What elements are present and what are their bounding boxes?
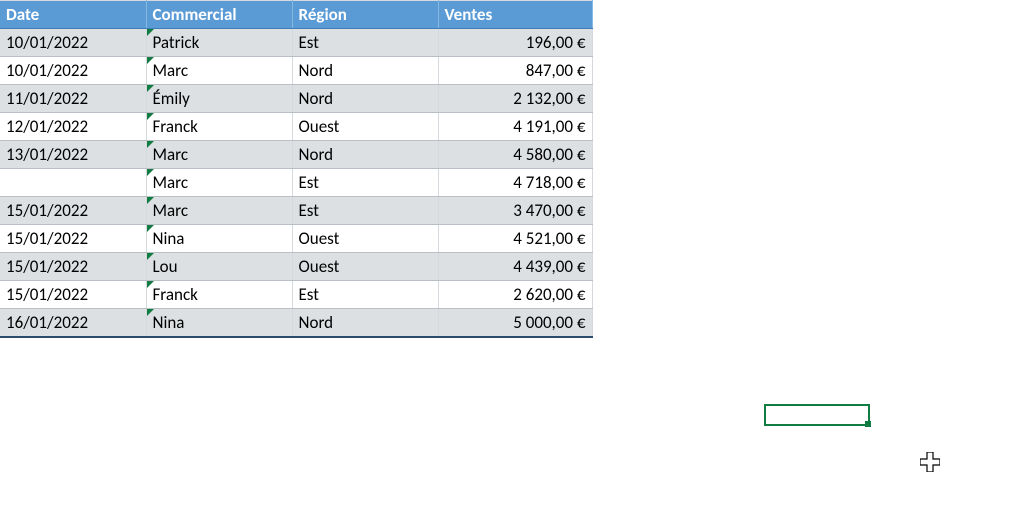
cell-ventes[interactable]: 2 132,00 € — [438, 85, 592, 113]
cell-commercial[interactable]: Émily — [146, 85, 292, 113]
cell-region[interactable]: Nord — [292, 85, 438, 113]
table-body: 10/01/2022PatrickEst196,00 €10/01/2022Ma… — [0, 29, 592, 338]
cell-commercial[interactable]: Marc — [146, 169, 292, 197]
cell-ventes[interactable]: 196,00 € — [438, 29, 592, 57]
cell-region[interactable]: Ouest — [292, 113, 438, 141]
cell-ventes[interactable]: 5 000,00 € — [438, 309, 592, 338]
cell-date[interactable]: 15/01/2022 — [0, 197, 146, 225]
cell-ventes[interactable]: 4 580,00 € — [438, 141, 592, 169]
cell-ventes[interactable]: 847,00 € — [438, 57, 592, 85]
cell-ventes[interactable]: 2 620,00 € — [438, 281, 592, 309]
cell-region[interactable]: Nord — [292, 57, 438, 85]
cell-region[interactable]: Est — [292, 169, 438, 197]
cell-ventes[interactable]: 4 718,00 € — [438, 169, 592, 197]
active-cell[interactable] — [764, 404, 870, 426]
cell-commercial[interactable]: Marc — [146, 141, 292, 169]
table-row: 13/01/2022MarcNord4 580,00 € — [0, 141, 592, 169]
cell-date[interactable]: 10/01/2022 — [0, 57, 146, 85]
table-row: 10/01/2022MarcNord847,00 € — [0, 57, 592, 85]
cell-region[interactable]: Nord — [292, 309, 438, 338]
cell-region[interactable]: Ouest — [292, 225, 438, 253]
excel-cross-cursor-icon — [920, 452, 940, 472]
cell-date[interactable]: 11/01/2022 — [0, 85, 146, 113]
spreadsheet-table-area: Date Commercial Région Ventes 10/01/2022… — [0, 0, 592, 338]
cell-commercial[interactable]: Nina — [146, 309, 292, 338]
cell-region[interactable]: Est — [292, 197, 438, 225]
cell-region[interactable]: Est — [292, 29, 438, 57]
cell-ventes[interactable]: 3 470,00 € — [438, 197, 592, 225]
cell-region[interactable]: Nord — [292, 141, 438, 169]
cell-date[interactable]: 10/01/2022 — [0, 29, 146, 57]
cell-ventes[interactable]: 4 439,00 € — [438, 253, 592, 281]
header-date[interactable]: Date — [0, 1, 146, 29]
cell-commercial[interactable]: Marc — [146, 57, 292, 85]
header-commercial[interactable]: Commercial — [146, 1, 292, 29]
cell-date[interactable]: 13/01/2022 — [0, 141, 146, 169]
table-row: 15/01/2022NinaOuest4 521,00 € — [0, 225, 592, 253]
table-row: 12/01/2022FranckOuest4 191,00 € — [0, 113, 592, 141]
table-row: MarcEst4 718,00 € — [0, 169, 592, 197]
cell-date[interactable]: 15/01/2022 — [0, 281, 146, 309]
cell-commercial[interactable]: Marc — [146, 197, 292, 225]
cell-commercial[interactable]: Franck — [146, 281, 292, 309]
table-row: 15/01/2022LouOuest4 439,00 € — [0, 253, 592, 281]
cell-commercial[interactable]: Patrick — [146, 29, 292, 57]
table-row: 11/01/2022ÉmilyNord2 132,00 € — [0, 85, 592, 113]
cell-region[interactable]: Ouest — [292, 253, 438, 281]
table-row: 15/01/2022FranckEst2 620,00 € — [0, 281, 592, 309]
table-row: 15/01/2022MarcEst3 470,00 € — [0, 197, 592, 225]
cell-ventes[interactable]: 4 191,00 € — [438, 113, 592, 141]
cell-date[interactable]: 16/01/2022 — [0, 309, 146, 338]
cell-commercial[interactable]: Franck — [146, 113, 292, 141]
header-ventes[interactable]: Ventes — [438, 1, 592, 29]
table-header-row: Date Commercial Région Ventes — [0, 1, 592, 29]
cell-commercial[interactable]: Lou — [146, 253, 292, 281]
table-row: 10/01/2022PatrickEst196,00 € — [0, 29, 592, 57]
cell-date[interactable]: 12/01/2022 — [0, 113, 146, 141]
cell-ventes[interactable]: 4 521,00 € — [438, 225, 592, 253]
cell-date[interactable]: 15/01/2022 — [0, 253, 146, 281]
header-region[interactable]: Région — [292, 1, 438, 29]
cell-date[interactable] — [0, 169, 146, 197]
fill-handle[interactable] — [865, 421, 871, 427]
cell-date[interactable]: 15/01/2022 — [0, 225, 146, 253]
cell-commercial[interactable]: Nina — [146, 225, 292, 253]
data-table: Date Commercial Région Ventes 10/01/2022… — [0, 0, 593, 338]
table-row: 16/01/2022NinaNord5 000,00 € — [0, 309, 592, 338]
cell-region[interactable]: Est — [292, 281, 438, 309]
